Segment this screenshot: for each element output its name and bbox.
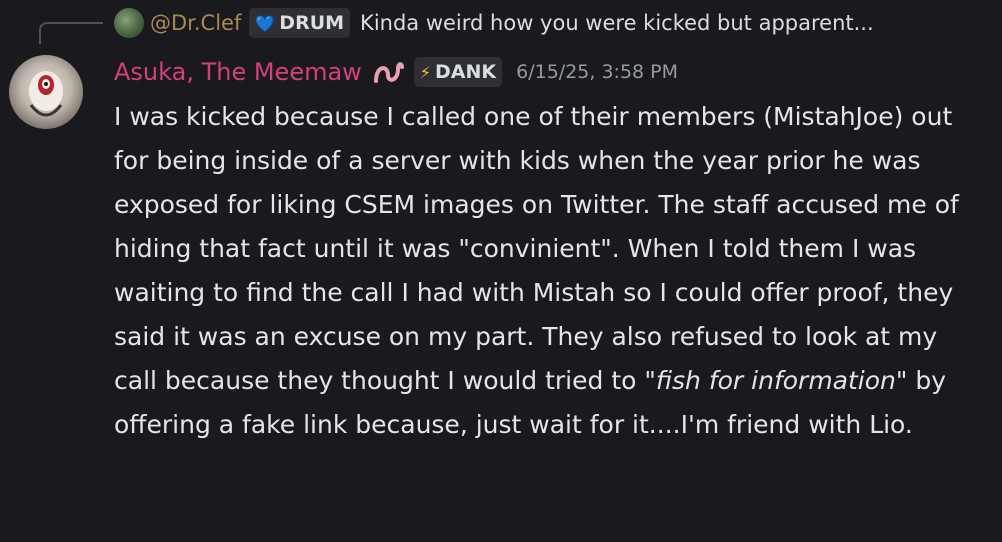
message-header: Asuka, The Meemaw ⚡ DANK 6/15/25, 3:58 P… bbox=[114, 53, 678, 91]
reply-preview[interactable]: @Dr.Clef 💙 DRUM Kinda weird how you were… bbox=[114, 7, 874, 39]
reply-connector-line bbox=[39, 22, 103, 44]
heart-icon: 💙 bbox=[255, 13, 276, 33]
message-text-emphasis: "fish for information" bbox=[644, 366, 908, 395]
reply-avatar[interactable] bbox=[114, 8, 144, 38]
avatar[interactable] bbox=[9, 55, 83, 129]
worm-icon bbox=[372, 57, 406, 87]
message-text-part1: I was kicked because I called one of the… bbox=[114, 102, 959, 395]
message-body: I was kicked because I called one of the… bbox=[114, 95, 982, 447]
reply-user-tag: 💙 DRUM bbox=[249, 8, 351, 38]
author-name[interactable]: Asuka, The Meemaw bbox=[114, 58, 362, 86]
reply-text[interactable]: Kinda weird how you were kicked but appa… bbox=[360, 11, 874, 35]
timestamp[interactable]: 6/15/25, 3:58 PM bbox=[516, 61, 678, 83]
user-tag-label: DANK bbox=[435, 61, 497, 83]
chat-message: @Dr.Clef 💙 DRUM Kinda weird how you were… bbox=[0, 0, 1002, 542]
reply-username[interactable]: @Dr.Clef bbox=[150, 11, 241, 35]
user-tag: ⚡ DANK bbox=[413, 57, 503, 87]
reply-tag-label: DRUM bbox=[279, 12, 345, 34]
lightning-icon: ⚡ bbox=[419, 62, 432, 82]
